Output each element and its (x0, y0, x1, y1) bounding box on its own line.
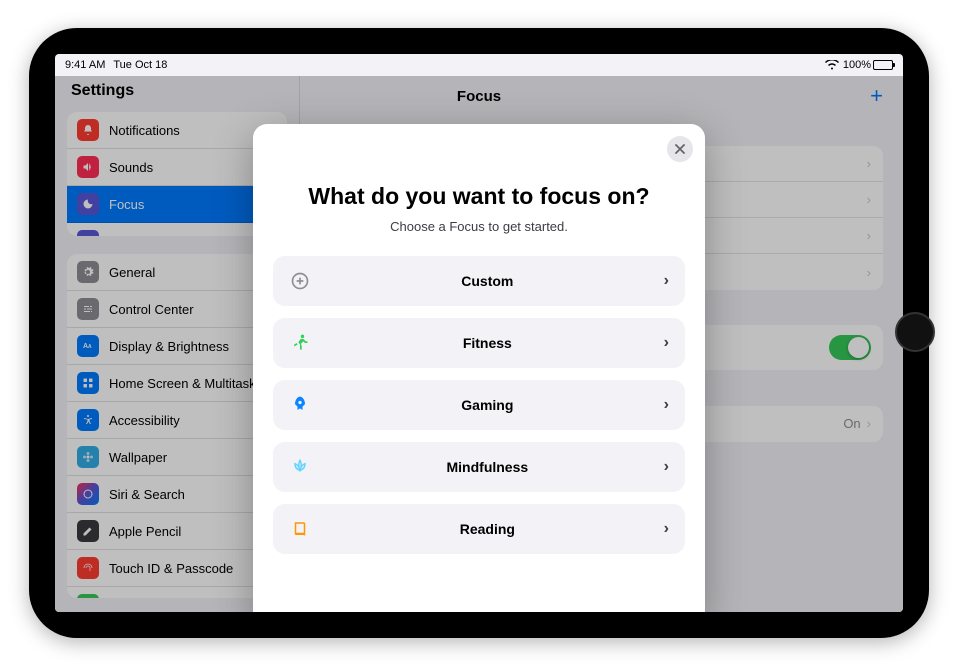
modal-subtitle: Choose a Focus to get started. (293, 219, 665, 234)
focus-option-reading[interactable]: Reading › (273, 504, 685, 554)
battery-icon (873, 60, 893, 70)
lotus-icon (289, 456, 311, 478)
chevron-right-icon: › (664, 272, 669, 290)
option-label: Mindfulness (325, 459, 650, 475)
focus-option-mindfulness[interactable]: Mindfulness › (273, 442, 685, 492)
focus-picker-modal: What do you want to focus on? Choose a F… (253, 124, 705, 612)
status-date: Tue Oct 18 (113, 59, 167, 71)
ipad-frame: 9:41 AM Tue Oct 18 100% Settings Notific… (29, 28, 929, 638)
rocket-icon (289, 394, 311, 416)
close-button[interactable] (667, 136, 693, 162)
chevron-right-icon: › (664, 520, 669, 538)
battery-percentage: 100% (843, 59, 871, 71)
plus-circle-icon (289, 270, 311, 292)
running-icon (289, 332, 311, 354)
option-label: Fitness (325, 335, 650, 351)
focus-option-fitness[interactable]: Fitness › (273, 318, 685, 368)
wifi-icon (825, 60, 839, 70)
screen: 9:41 AM Tue Oct 18 100% Settings Notific… (55, 54, 903, 612)
focus-option-custom[interactable]: Custom › (273, 256, 685, 306)
modal-options-list: Custom›Fitness›Gaming›Mindfulness›Readin… (253, 256, 705, 612)
option-label: Custom (325, 273, 650, 289)
chevron-right-icon: › (664, 334, 669, 352)
content-area: Settings NotificationsSoundsFocusScreen … (55, 76, 903, 612)
status-bar: 9:41 AM Tue Oct 18 100% (55, 54, 903, 76)
home-button[interactable] (895, 312, 937, 354)
option-label: Gaming (325, 397, 650, 413)
chevron-right-icon: › (664, 458, 669, 476)
modal-title: What do you want to focus on? (293, 182, 665, 211)
book-icon (289, 518, 311, 540)
focus-option-gaming[interactable]: Gaming › (273, 380, 685, 430)
chevron-right-icon: › (664, 396, 669, 414)
option-label: Reading (325, 521, 650, 537)
status-time: 9:41 AM (65, 59, 105, 71)
